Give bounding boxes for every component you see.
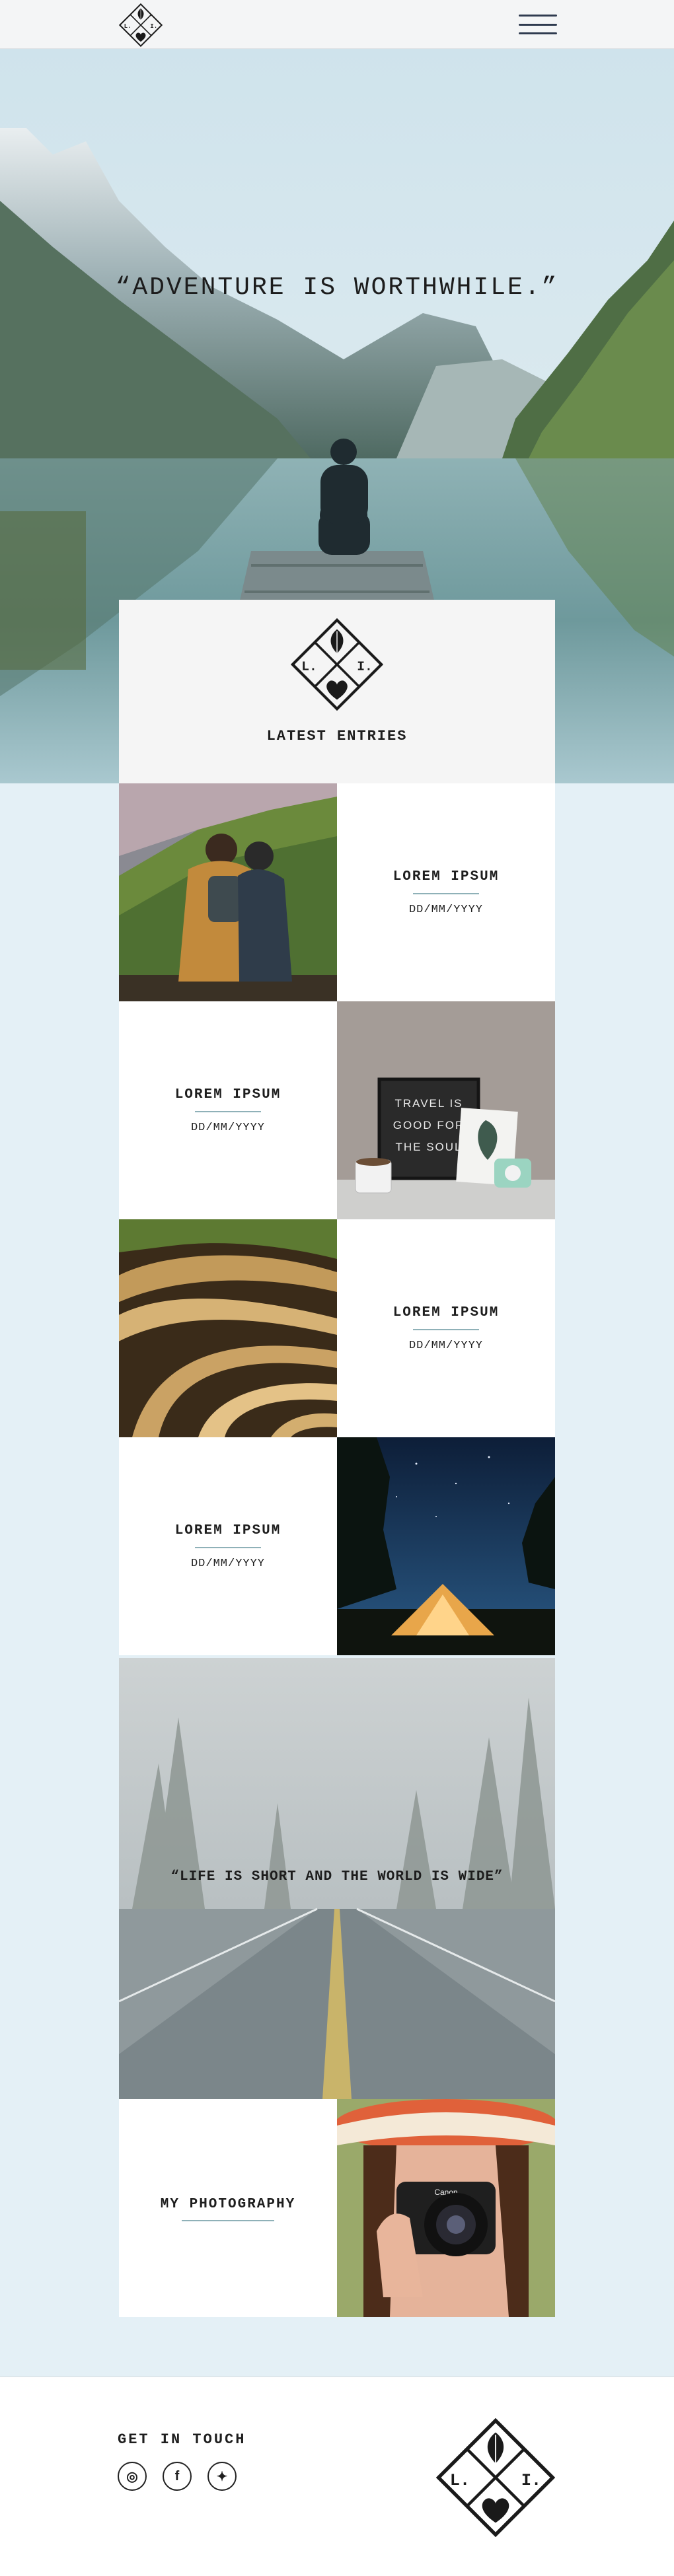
letterboard-photo: TRAVEL IS GOOD FOR THE SOUL	[337, 1001, 555, 1219]
top-nav	[0, 0, 674, 49]
woman-camera-photo: Canon	[337, 2099, 555, 2317]
couple-photo	[119, 783, 337, 1001]
entry-image-couple[interactable]	[119, 783, 337, 1001]
twitter-icon[interactable]: ✦	[207, 2462, 237, 2491]
latest-entries-title: LATEST ENTRIES	[266, 728, 408, 744]
entry-divider	[413, 893, 479, 894]
footer-logo[interactable]	[436, 2418, 555, 2537]
letterboard-line-3: THE SOUL	[395, 1141, 462, 1153]
entry-divider	[413, 1329, 479, 1330]
entry-image-tent[interactable]	[337, 1437, 555, 1655]
social-links: ◎ f ✦	[118, 2462, 237, 2491]
get-in-touch-heading: GET IN TOUCH	[118, 2431, 246, 2448]
letterboard-line-1: TRAVEL IS	[394, 1097, 463, 1110]
entry-date: DD/MM/YYYY	[190, 1122, 266, 1134]
my-photography-title[interactable]: MY PHOTOGRAPHY	[119, 2197, 337, 2212]
entry-date: DD/MM/YYYY	[408, 1340, 484, 1352]
entry-title[interactable]: LOREM IPSUM	[119, 1087, 337, 1102]
entry-divider	[195, 1547, 261, 1548]
entry-image-terraces[interactable]	[119, 1219, 337, 1437]
entry-card-4[interactable]: LOREM IPSUM DD/MM/YYYY	[119, 1437, 337, 1655]
entry-card-3[interactable]: LOREM IPSUM DD/MM/YYYY	[337, 1219, 555, 1437]
photography-divider	[182, 2220, 274, 2221]
entry-title[interactable]: LOREM IPSUM	[337, 869, 555, 884]
entry-card-1[interactable]: LOREM IPSUM DD/MM/YYYY	[337, 783, 555, 1001]
tent-night-photo	[337, 1437, 555, 1655]
my-photography-card[interactable]: MY PHOTOGRAPHY	[119, 2099, 337, 2317]
instagram-icon[interactable]: ◎	[118, 2462, 147, 2491]
letterboard-line-2: GOOD FOR	[393, 1119, 465, 1131]
entry-title[interactable]: LOREM IPSUM	[119, 1523, 337, 1538]
entry-image-letterboard[interactable]: TRAVEL IS GOOD FOR THE SOUL	[337, 1001, 555, 1219]
entry-title[interactable]: LOREM IPSUM	[337, 1305, 555, 1320]
entry-divider	[195, 1111, 261, 1112]
latest-entries-card: LATEST ENTRIES	[119, 600, 555, 783]
entry-card-2[interactable]: LOREM IPSUM DD/MM/YYYY	[119, 1001, 337, 1219]
hamburger-menu-icon[interactable]	[519, 15, 557, 34]
facebook-icon[interactable]: f	[163, 2462, 192, 2491]
entry-date: DD/MM/YYYY	[408, 904, 484, 916]
road-quote-section: “LIFE IS SHORT AND THE WORLD IS WIDE”	[119, 1658, 555, 2099]
site-logo[interactable]	[119, 3, 163, 47]
footer: GET IN TOUCH ◎ f ✦	[0, 2377, 674, 2576]
entry-date: DD/MM/YYYY	[190, 1557, 266, 1570]
road-quote: “LIFE IS SHORT AND THE WORLD IS WIDE”	[170, 1869, 504, 1884]
rice-terraces-photo	[119, 1219, 337, 1437]
hero-quote: “ADVENTURE IS WORTHWHILE.”	[115, 273, 559, 302]
photography-image[interactable]: Canon	[337, 2099, 555, 2317]
latest-logo	[291, 618, 383, 711]
